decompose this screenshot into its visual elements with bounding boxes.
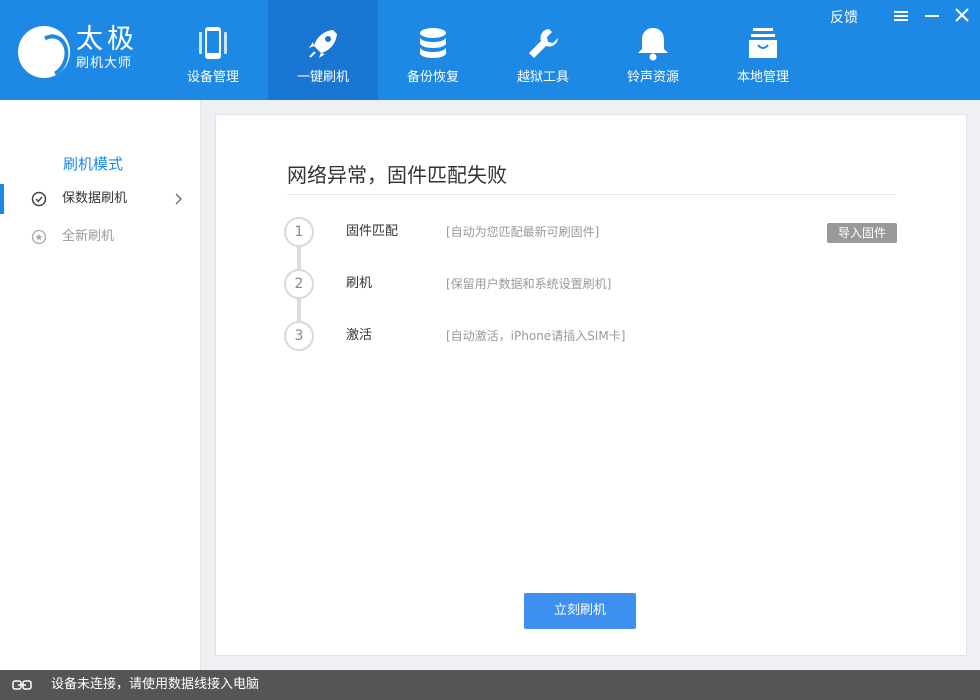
- step-description: [自动为您匹配最新可刷固件]: [446, 225, 600, 239]
- chevron-right-icon: [175, 193, 182, 205]
- step-activate: 3 激活 [自动激活，iPhone请插入SIM卡]: [284, 321, 904, 353]
- nav-local-management[interactable]: 本地管理: [708, 0, 818, 100]
- nav-jailbreak-tools[interactable]: 越狱工具: [488, 0, 598, 100]
- logo-title: 太极: [76, 24, 138, 55]
- star-circle-icon: [31, 229, 47, 245]
- status-text: 设备未连接，请使用数据线接入电脑: [51, 677, 260, 692]
- page-title: 网络异常，固件匹配失败: [287, 163, 507, 187]
- link-icon: [12, 680, 32, 690]
- nav-label: 备份恢复: [406, 70, 459, 85]
- step-number: 3: [284, 321, 314, 351]
- sidebar-title: 刷机模式: [63, 155, 124, 173]
- step-name: 激活: [346, 328, 373, 343]
- top-header: 太极 刷机大师 设备管理 一键刷机 备份恢复 越狱工具 铃声资源 本地管理 反馈: [0, 0, 980, 100]
- shopping-bag-icon: [749, 28, 777, 58]
- nav-label: 一键刷机: [296, 70, 349, 85]
- step-description: [自动激活，iPhone请插入SIM卡]: [446, 329, 626, 343]
- menu-icon[interactable]: [889, 6, 913, 26]
- status-bar: 设备未连接，请使用数据线接入电脑: [0, 670, 980, 700]
- sidebar-item-fresh-flash[interactable]: 全新刷机: [0, 222, 200, 252]
- step-firmware-match: 1 固件匹配 [自动为您匹配最新可刷固件]: [284, 217, 904, 249]
- step-number: 1: [284, 217, 314, 247]
- phone-icon: [199, 27, 227, 59]
- logo-subtitle: 刷机大师: [76, 56, 133, 71]
- bell-icon: [638, 28, 668, 61]
- selected-indicator: [0, 184, 4, 214]
- sidebar: 刷机模式 保数据刷机 全新刷机: [0, 100, 201, 670]
- rocket-icon: [309, 30, 337, 58]
- nav-label: 设备管理: [186, 70, 239, 85]
- step-flash: 2 刷机 [保留用户数据和系统设置刷机]: [284, 269, 904, 301]
- nav-device-management[interactable]: 设备管理: [158, 0, 268, 100]
- sidebar-item-label: 保数据刷机: [62, 191, 128, 206]
- minimize-icon[interactable]: [920, 6, 944, 26]
- taiji-logo-icon: [18, 26, 70, 78]
- nav-label: 越狱工具: [516, 70, 569, 85]
- sidebar-item-keep-data-flash[interactable]: 保数据刷机: [0, 184, 200, 214]
- database-icon: [420, 28, 446, 58]
- close-icon[interactable]: [950, 6, 974, 26]
- import-firmware-button[interactable]: 导入固件: [827, 223, 897, 243]
- app-logo: 太极 刷机大师: [18, 22, 143, 78]
- feedback-link[interactable]: 反馈: [830, 7, 858, 27]
- flash-now-button[interactable]: 立刻刷机: [524, 593, 636, 629]
- step-name: 刷机: [346, 276, 373, 291]
- step-description: [保留用户数据和系统设置刷机]: [446, 277, 612, 291]
- step-name: 固件匹配: [346, 224, 399, 239]
- nav-backup-restore[interactable]: 备份恢复: [378, 0, 488, 100]
- nav-ringtones[interactable]: 铃声资源: [598, 0, 708, 100]
- main-panel: 网络异常，固件匹配失败 1 固件匹配 [自动为您匹配最新可刷固件] 2 刷机 […: [215, 114, 967, 656]
- check-circle-icon: [31, 191, 47, 207]
- nav-label: 本地管理: [736, 70, 789, 85]
- nav-label: 铃声资源: [626, 70, 679, 85]
- nav-one-click-flash[interactable]: 一键刷机: [268, 0, 378, 100]
- title-divider: [287, 194, 895, 195]
- step-number: 2: [284, 269, 314, 299]
- sidebar-item-label: 全新刷机: [62, 229, 115, 244]
- wrench-icon: [529, 29, 558, 58]
